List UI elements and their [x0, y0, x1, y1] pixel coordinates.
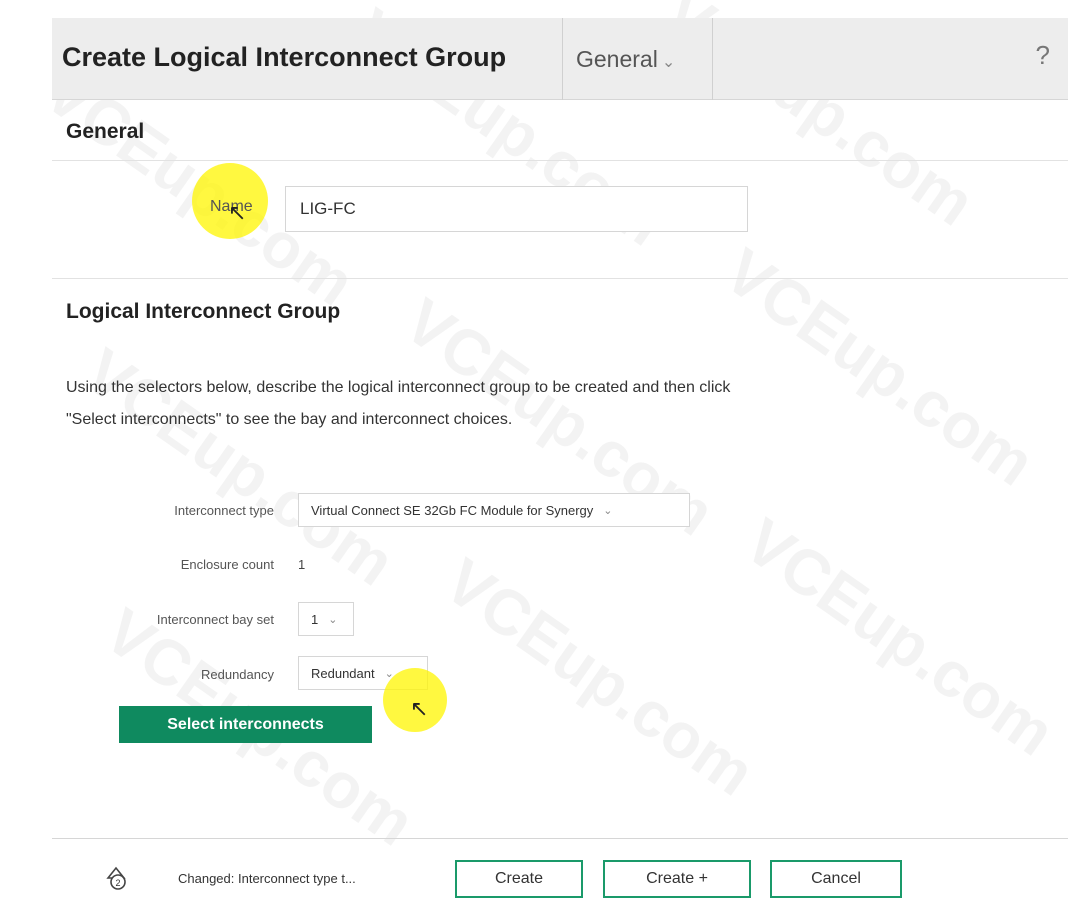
help-icon[interactable]: ? — [1036, 40, 1050, 71]
watermark: VCEup.com — [431, 544, 768, 810]
redundancy-label: Redundancy — [201, 667, 274, 682]
bay-set-value: 1 — [311, 611, 319, 627]
footer-divider — [52, 838, 1068, 839]
chevron-down-icon: ⌄ — [328, 613, 338, 626]
section-divider — [52, 278, 1068, 279]
changes-icon[interactable]: 2 — [102, 864, 130, 892]
lig-heading: Logical Interconnect Group — [66, 300, 341, 323]
page-title: Create Logical Interconnect Group — [62, 42, 507, 72]
section-selector[interactable]: General ⌄ — [576, 46, 675, 73]
name-input[interactable] — [285, 186, 748, 232]
enclosure-count-value: 1 — [298, 557, 306, 572]
changes-count: 2 — [115, 878, 120, 888]
cancel-button[interactable]: Cancel — [770, 860, 902, 898]
interconnect-type-label: Interconnect type — [174, 503, 274, 518]
section-divider — [52, 160, 1068, 161]
general-heading: General — [66, 120, 145, 143]
redundancy-value: Redundant — [311, 665, 375, 681]
header-divider — [712, 18, 713, 100]
section-selector-label: General — [576, 46, 658, 72]
mouse-cursor-icon: ↖ — [228, 200, 247, 225]
chevron-down-icon: ⌄ — [661, 54, 676, 71]
dialog-header: Create Logical Interconnect Group Genera… — [52, 18, 1068, 100]
bay-set-select[interactable]: 1 ⌄ — [298, 602, 354, 636]
bay-set-label: Interconnect bay set — [156, 612, 274, 627]
lig-description: Using the selectors below, describe the … — [66, 379, 731, 428]
interconnect-type-select[interactable]: Virtual Connect SE 32Gb FC Module for Sy… — [298, 493, 690, 527]
enclosure-count-label: Enclosure count — [180, 557, 274, 572]
create-button[interactable]: Create — [455, 860, 583, 898]
change-status-text[interactable]: Changed: Interconnect type t... — [178, 871, 356, 886]
interconnect-type-value: Virtual Connect SE 32Gb FC Module for Sy… — [311, 502, 594, 518]
select-interconnects-button[interactable]: Select interconnects — [119, 706, 372, 743]
mouse-cursor-icon: ↖ — [410, 696, 429, 721]
chevron-down-icon: ⌄ — [603, 504, 613, 517]
watermark: VCEup.com — [711, 234, 1048, 500]
header-divider — [562, 18, 563, 100]
create-plus-button[interactable]: Create + — [603, 860, 751, 898]
watermark: VCEup.com — [731, 504, 1068, 770]
